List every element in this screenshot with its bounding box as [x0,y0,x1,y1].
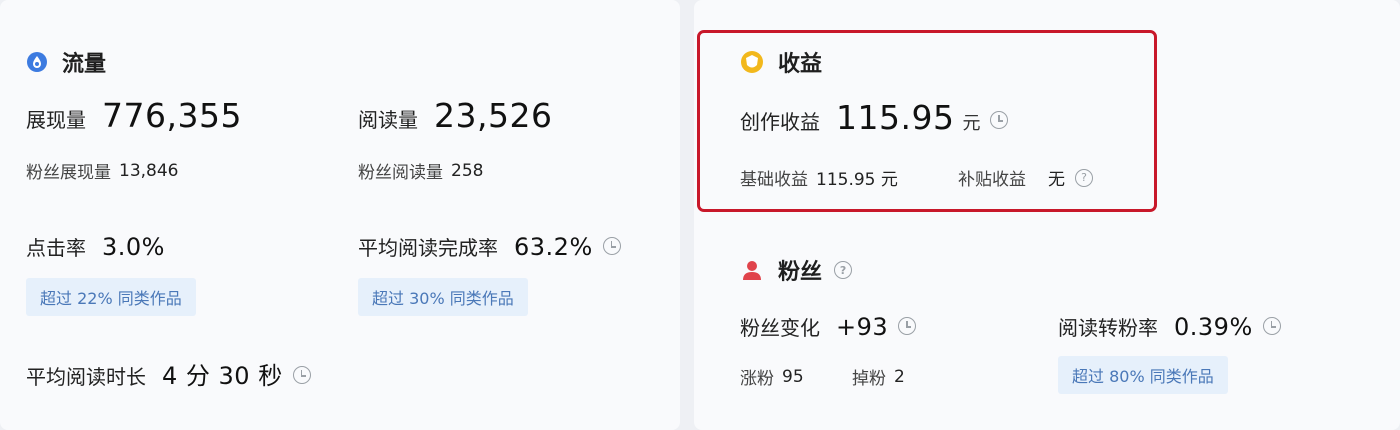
fan-gain-label: 涨粉 [740,369,774,389]
fan-change-label: 粉丝变化 [740,316,820,340]
conversion-compare-badge: 超过 80% 同类作品 [1058,356,1228,394]
earnings-clock-icon[interactable] [990,111,1009,129]
reads-value: 23,526 [434,96,553,135]
duration-metric: 平均阅读时长 4 分 30 秒 [26,356,311,391]
coin-icon [740,50,764,74]
conversion-label: 阅读转粉率 [1058,316,1158,340]
fan-change-value: +93 [836,313,889,341]
conversion-clock-icon[interactable] [1262,317,1281,335]
subsidy-help-icon[interactable]: ? [1075,168,1093,187]
fans-section-title: 粉丝 ? [740,254,853,286]
duration-clock-icon[interactable] [292,366,311,384]
fan-change-clock-icon[interactable] [898,317,917,335]
completion-clock-icon[interactable] [602,237,621,255]
duration-value: 4 分 30 秒 [162,362,283,390]
fans-title: 粉丝 [778,260,823,285]
completion-compare-badge: 超过 30% 同类作品 [358,278,528,316]
fan-loss: 掉粉 2 [852,364,905,390]
fan-change-metric: 粉丝变化 +93 [740,312,917,341]
impressions-value: 776,355 [102,96,242,135]
fan-reads-label: 粉丝阅读量 [358,163,443,183]
completion-label: 平均阅读完成率 [358,236,498,260]
fans-person-icon [740,258,764,282]
base-earnings: 基础收益 115.95 元 [740,165,898,190]
ctr-label: 点击率 [26,236,86,260]
traffic-drop-icon [26,51,48,73]
impressions-label: 展现量 [26,108,86,132]
conversion-value: 0.39% [1174,313,1253,341]
subsidy-earnings: 补贴收益 无 ? [958,165,1093,190]
completion-value: 63.2% [514,233,593,261]
fan-impressions-value: 13,846 [119,160,179,181]
ctr-compare-badge: 超过 22% 同类作品 [26,278,196,316]
creation-earnings-label: 创作收益 [740,110,820,134]
subsidy-earnings-label: 补贴收益 [958,170,1026,190]
fan-impressions-label: 粉丝展现量 [26,163,111,183]
creation-earnings-unit: 元 [962,113,981,134]
fan-gain: 涨粉 95 [740,364,804,390]
fan-impressions: 粉丝展现量 13,846 [26,158,179,184]
ctr-metric: 点击率 3.0% [26,232,165,261]
fans-help-icon[interactable]: ? [834,261,853,279]
creation-earnings-metric: 创作收益 115.95 元 [740,98,1009,137]
fan-loss-value: 2 [894,366,905,387]
earnings-section-title: 收益 [740,46,822,78]
duration-label: 平均阅读时长 [26,365,146,389]
reads-metric: 阅读量 23,526 [358,96,552,135]
impressions-metric: 展现量 776,355 [26,96,242,135]
subsidy-earnings-value: 无 [1048,170,1065,190]
conversion-metric: 阅读转粉率 0.39% [1058,312,1281,341]
completion-metric: 平均阅读完成率 63.2% [358,232,621,261]
reads-label: 阅读量 [358,108,418,132]
fan-loss-label: 掉粉 [852,369,886,389]
base-earnings-value: 115.95 元 [816,170,898,190]
fan-reads-value: 258 [451,160,484,181]
base-earnings-label: 基础收益 [740,170,808,190]
ctr-value: 3.0% [102,233,165,261]
creation-earnings-value: 115.95 [836,98,955,137]
fan-reads: 粉丝阅读量 258 [358,158,484,184]
earnings-title: 收益 [778,52,823,77]
fan-gain-value: 95 [782,366,804,387]
traffic-section-title: 流量 [26,46,106,78]
traffic-title: 流量 [62,52,107,77]
